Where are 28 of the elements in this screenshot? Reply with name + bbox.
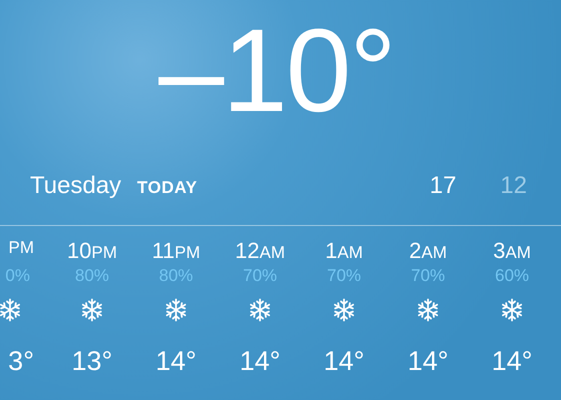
hour-label: 2AM	[409, 238, 447, 264]
hour-label: 11PM	[152, 238, 200, 264]
snowflake-icon	[500, 298, 524, 322]
hour-label: PM	[8, 238, 34, 259]
hourly-temperature: 14°	[492, 346, 532, 377]
hourly-temperature: 14°	[156, 346, 196, 377]
snowflake-icon	[416, 298, 440, 322]
hourly-temperature: 14°	[324, 346, 364, 377]
low-temperature: 12	[500, 172, 527, 200]
hour-label: 3AM	[493, 238, 531, 264]
current-temperature: –10°	[158, 12, 395, 139]
hourly-temperature: 14°	[240, 346, 280, 377]
hourly-temperature: 14°	[408, 346, 448, 377]
today-label: TODAY	[137, 178, 198, 198]
precipitation-chance: 70%	[410, 266, 446, 287]
snowflake-icon	[248, 298, 272, 322]
hourly-temperature: 13°	[72, 346, 112, 377]
precipitation-chance: 60%	[494, 266, 530, 287]
snowflake-icon	[0, 298, 22, 322]
snowflake-icon	[164, 298, 188, 322]
hour-label: 1AM	[325, 238, 363, 264]
snowflake-icon	[332, 298, 356, 322]
day-name: Tuesday	[30, 172, 122, 200]
high-temperature: 17	[430, 172, 456, 200]
hour-label: 12AM	[235, 238, 285, 264]
snowflake-icon	[80, 298, 104, 322]
hour-label: 10PM	[67, 238, 117, 264]
hourly-temperature: 3°	[8, 346, 34, 377]
